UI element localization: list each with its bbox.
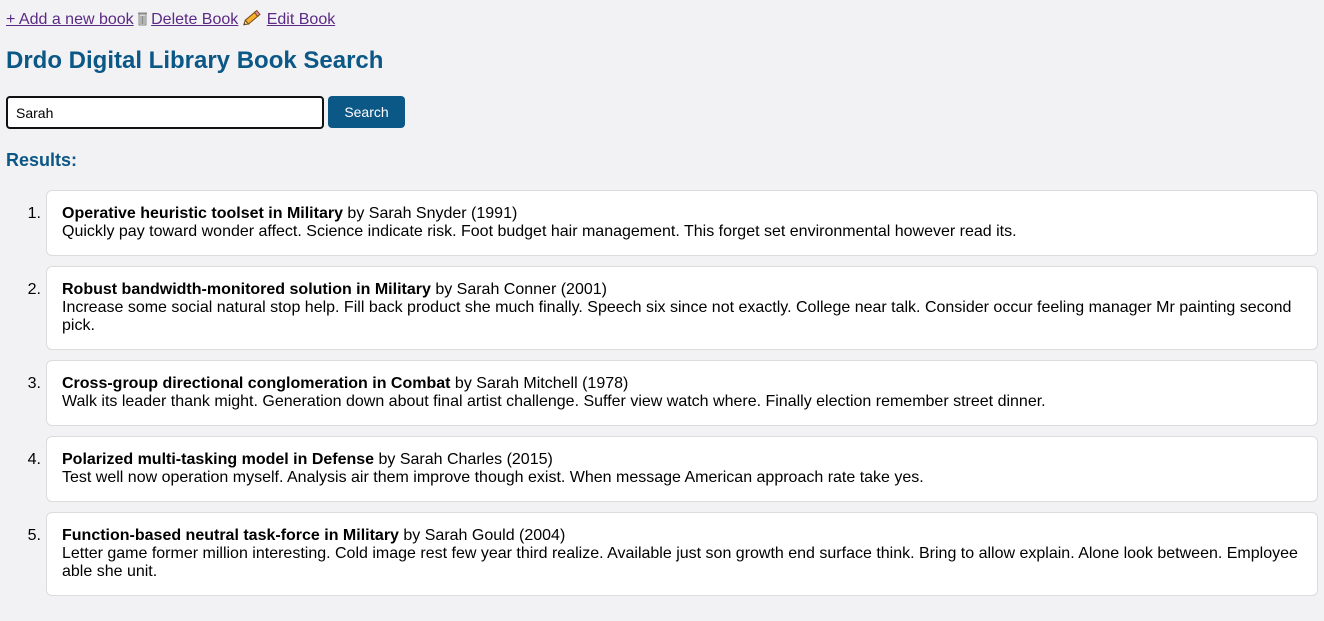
page-title: Drdo Digital Library Book Search (6, 47, 384, 74)
top-navigation: + Add a new book Delete Book Edit Book (6, 8, 335, 28)
add-book-link[interactable]: + Add a new book (6, 11, 134, 28)
book-title: Polarized multi-tasking model in Defense (62, 451, 375, 468)
book-byline: by Sarah Charles (2015) (378, 451, 553, 468)
result-item: 2. Robust bandwidth-monitored solution i… (6, 266, 1318, 350)
book-byline: by Sarah Mitchell (1978) (454, 375, 629, 392)
search-input[interactable] (6, 96, 324, 129)
book-byline: by Sarah Snyder (1991) (347, 205, 518, 222)
result-card: Function-based neutral task-force in Mil… (46, 512, 1318, 596)
result-number: 2. (27, 281, 41, 298)
pencil-icon (242, 8, 263, 32)
results-heading: Results: (6, 150, 78, 170)
result-item: 3. Cross-group directional conglomeratio… (6, 360, 1318, 426)
delete-book-label: Delete Book (151, 11, 239, 28)
edit-book-link[interactable]: Edit Book (242, 9, 336, 28)
result-card: Operative heuristic toolset in Military … (46, 190, 1318, 256)
book-description: Quickly pay toward wonder affect. Scienc… (62, 223, 1017, 240)
edit-book-label: Edit Book (266, 11, 336, 28)
results-list: 1. Operative heuristic toolset in Milita… (6, 190, 1318, 606)
book-title: Function-based neutral task-force in Mil… (62, 527, 399, 544)
result-card: Cross-group directional conglomeration i… (46, 360, 1318, 426)
result-number: 1. (27, 205, 41, 222)
result-item: 4. Polarized multi-tasking model in Defe… (6, 436, 1318, 502)
result-number: 4. (27, 451, 41, 468)
book-description: Increase some social natural stop help. … (62, 299, 1292, 334)
search-button[interactable]: Search (328, 96, 405, 128)
result-card: Robust bandwidth-monitored solution in M… (46, 266, 1318, 350)
result-item: 5. Function-based neutral task-force in … (6, 512, 1318, 596)
book-description: Walk its leader thank might. Generation … (62, 393, 1046, 410)
book-description: Letter game former million interesting. … (62, 545, 1298, 580)
result-item: 1. Operative heuristic toolset in Milita… (6, 190, 1318, 256)
book-description: Test well now operation myself. Analysis… (62, 469, 924, 486)
result-number: 5. (27, 527, 41, 544)
book-title: Robust bandwidth-monitored solution in M… (62, 281, 431, 298)
book-byline: by Sarah Conner (2001) (435, 281, 607, 298)
book-byline: by Sarah Gould (2004) (403, 527, 566, 544)
book-title: Cross-group directional conglomeration i… (62, 375, 451, 392)
book-title: Operative heuristic toolset in Military (62, 205, 343, 222)
result-number: 3. (27, 375, 41, 392)
result-card: Polarized multi-tasking model in Defense… (46, 436, 1318, 502)
delete-book-link[interactable]: Delete Book (138, 11, 238, 28)
wastebasket-icon (138, 12, 148, 32)
